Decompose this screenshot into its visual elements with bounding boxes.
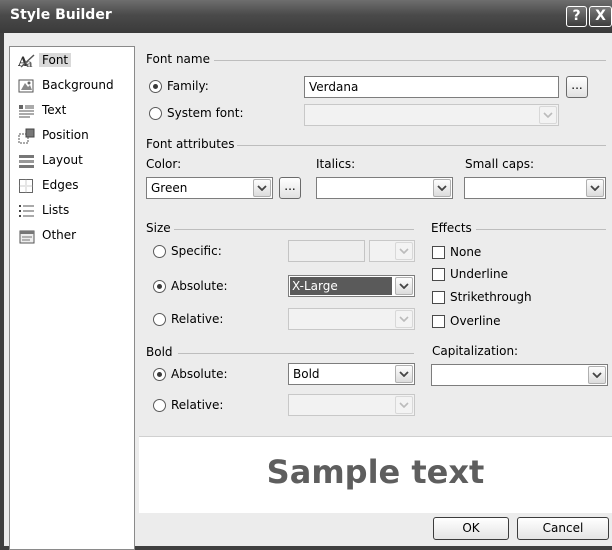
font-name-heading: Font name: [146, 52, 210, 66]
small-caps-select[interactable]: [464, 177, 606, 199]
edges-icon: [19, 179, 33, 193]
window-frame-left: [0, 33, 4, 550]
lists-icon: [19, 205, 34, 217]
color-label: Color:: [146, 157, 182, 171]
size-relative-radio[interactable]: [153, 313, 166, 326]
window-title: Style Builder: [10, 7, 112, 23]
none-checkbox[interactable]: [432, 246, 445, 259]
size-relative-select[interactable]: [288, 308, 415, 330]
overline-label: Overline: [450, 314, 501, 328]
sidebar-item-label: Font: [39, 53, 72, 67]
size-unit-select[interactable]: [369, 240, 415, 262]
title-bar: Style Builder ? X: [0, 0, 612, 33]
chevron-down-icon[interactable]: [539, 106, 557, 124]
sample-text: Sample text: [266, 453, 485, 491]
font-attributes-heading: Font attributes: [146, 137, 235, 151]
chevron-down-icon[interactable]: [395, 310, 413, 328]
size-specific-input[interactable]: [288, 240, 365, 262]
size-specific-radio[interactable]: [153, 245, 166, 258]
sidebar-item-background[interactable]: Background: [18, 76, 130, 96]
chevron-down-icon[interactable]: [395, 242, 413, 260]
italics-label: Italics:: [316, 157, 356, 171]
other-icon: [19, 230, 35, 244]
effects-heading: Effects: [431, 221, 472, 235]
help-button[interactable]: ?: [566, 6, 587, 27]
chevron-down-icon[interactable]: [253, 179, 271, 197]
sidebar-item-other[interactable]: Other: [18, 226, 130, 246]
chevron-down-icon[interactable]: [395, 365, 413, 383]
color-select[interactable]: Green: [146, 177, 273, 199]
sidebar-item-font[interactable]: A a Font: [18, 51, 130, 71]
sidebar-item-label: Text: [42, 103, 67, 117]
family-radio[interactable]: [149, 80, 162, 93]
sidebar-item-label: Background: [42, 78, 114, 92]
font-icon: A a: [18, 54, 35, 69]
system-font-label: System font:: [167, 106, 244, 120]
overline-checkbox[interactable]: [432, 315, 445, 328]
family-browse-button[interactable]: ...: [566, 76, 588, 98]
divider: [214, 60, 606, 61]
position-icon: [18, 128, 35, 144]
family-input[interactable]: Verdana: [304, 76, 559, 98]
ok-button[interactable]: OK: [433, 517, 509, 540]
sidebar-item-label: Layout: [42, 153, 83, 167]
size-relative-label: Relative:: [171, 312, 224, 326]
size-specific-label: Specific:: [171, 244, 222, 258]
small-caps-label: Small caps:: [465, 157, 535, 171]
divider: [476, 229, 606, 230]
chevron-down-icon[interactable]: [395, 277, 413, 295]
divider: [178, 353, 414, 354]
bold-absolute-radio[interactable]: [153, 368, 166, 381]
sidebar-item-label: Edges: [42, 178, 79, 192]
bold-absolute-select[interactable]: Bold: [288, 363, 415, 385]
sidebar-item-position[interactable]: Position: [18, 126, 130, 146]
divider: [174, 229, 414, 230]
size-absolute-value: X-Large: [290, 277, 392, 295]
family-label: Family:: [167, 79, 209, 93]
bold-relative-select[interactable]: [288, 394, 415, 416]
sample-preview: Sample text: [139, 436, 612, 513]
sidebar-item-layout[interactable]: Layout: [18, 151, 130, 171]
strikethrough-checkbox[interactable]: [432, 291, 445, 304]
chevron-down-icon[interactable]: [586, 179, 604, 197]
none-label: None: [450, 245, 482, 259]
chevron-down-icon[interactable]: [395, 396, 413, 414]
sidebar-item-edges[interactable]: Edges: [18, 176, 130, 196]
size-absolute-select[interactable]: X-Large: [288, 275, 415, 297]
capitalization-label: Capitalization:: [432, 344, 519, 358]
strikethrough-label: Strikethrough: [450, 290, 532, 304]
chevron-down-icon[interactable]: [433, 179, 451, 197]
color-value: Green: [151, 181, 188, 195]
size-heading: Size: [146, 221, 171, 235]
underline-label: Underline: [450, 267, 508, 281]
text-icon: [19, 105, 34, 118]
layout-icon: [19, 155, 34, 168]
bold-absolute-label: Absolute:: [171, 367, 228, 381]
bold-heading: Bold: [146, 345, 173, 359]
sidebar-item-label: Position: [42, 128, 89, 142]
sidebar-item-text[interactable]: Text: [18, 101, 130, 121]
chevron-down-icon[interactable]: [588, 366, 606, 384]
system-font-select[interactable]: [304, 104, 559, 126]
bold-relative-label: Relative:: [171, 398, 224, 412]
bold-relative-radio[interactable]: [153, 399, 166, 412]
background-icon: [18, 79, 34, 93]
cancel-button[interactable]: Cancel: [517, 517, 609, 540]
sidebar-item-label: Other: [42, 228, 77, 242]
italics-select[interactable]: [316, 177, 453, 199]
bold-absolute-value: Bold: [293, 367, 320, 381]
divider: [237, 145, 606, 146]
color-picker-button[interactable]: ...: [279, 177, 301, 199]
size-absolute-radio[interactable]: [153, 280, 166, 293]
sidebar-item-label: Lists: [42, 203, 70, 217]
category-sidebar: A a Font Background Text Position Layout…: [9, 46, 135, 550]
capitalization-select[interactable]: [431, 364, 608, 386]
sidebar-item-lists[interactable]: Lists: [18, 201, 130, 221]
close-button[interactable]: X: [589, 6, 612, 27]
underline-checkbox[interactable]: [432, 268, 445, 281]
system-font-radio[interactable]: [149, 107, 162, 120]
size-absolute-label: Absolute:: [171, 279, 228, 293]
